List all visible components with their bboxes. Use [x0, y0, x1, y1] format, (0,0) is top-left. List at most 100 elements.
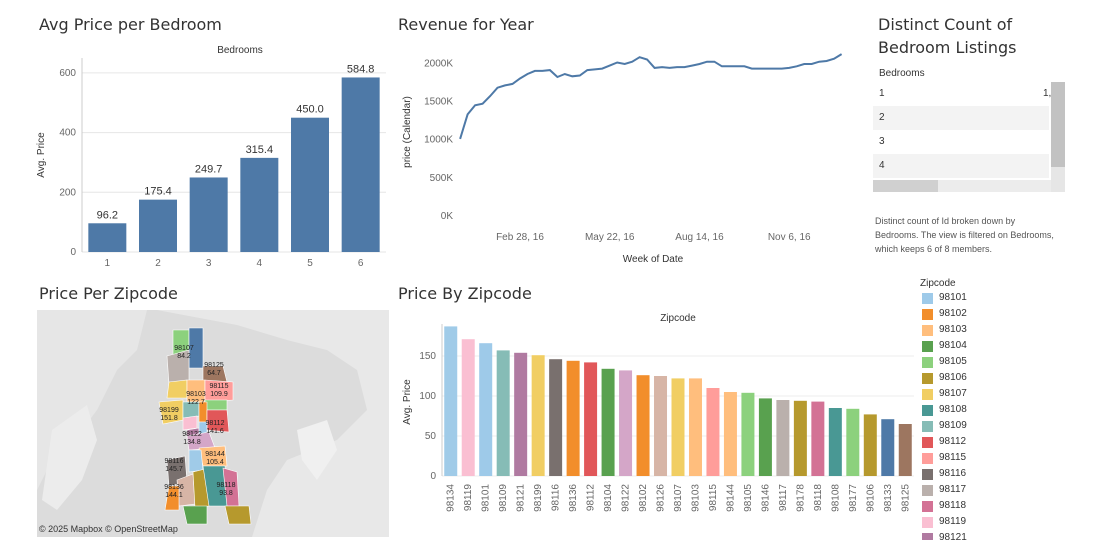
bar	[479, 343, 493, 476]
table-row[interactable]: 4	[873, 154, 1049, 178]
horizontal-scrollbar-thumb[interactable]	[873, 180, 938, 192]
bar	[461, 339, 475, 476]
bedroom-chart-title: Avg Price per Bedroom	[39, 15, 222, 34]
legend-label: 98119	[939, 516, 967, 527]
x-axis-title: Week of Date	[623, 254, 684, 265]
map-label: 98125 64.7	[204, 362, 224, 377]
map-label: 98103 122.7	[186, 391, 206, 406]
vertical-scrollbar-thumb[interactable]	[1051, 82, 1065, 167]
y-axis-title: Avg. Price	[36, 132, 47, 178]
x-tick-label: 98112	[586, 484, 597, 512]
legend-label: 98107	[939, 388, 967, 399]
table-cell-bedrooms: 2	[879, 112, 885, 123]
bar	[671, 378, 685, 476]
bar	[601, 368, 615, 476]
x-tick-label: 98122	[621, 484, 632, 512]
legend-item[interactable]: 98103	[922, 322, 1022, 338]
legend-label: 98106	[939, 372, 967, 383]
bar	[898, 424, 912, 476]
bar	[444, 326, 458, 476]
bar	[706, 388, 720, 476]
bar	[811, 401, 825, 476]
legend-swatch	[922, 405, 933, 416]
legend-item[interactable]: 98121	[922, 530, 1022, 540]
y-tick-label: 600	[59, 68, 76, 79]
bar	[846, 408, 860, 476]
listing-table-title: Distinct Count of Bedroom Listings	[878, 15, 1017, 57]
legend-item[interactable]: 98118	[922, 498, 1022, 514]
x-tick-label: 98133	[883, 484, 894, 512]
revenue-line	[459, 53, 843, 140]
x-tick-label: 98108	[830, 484, 841, 512]
x-tick-label: 98118	[813, 484, 824, 512]
bar	[566, 360, 580, 476]
legend-item[interactable]: 98115	[922, 450, 1022, 466]
legend-swatch	[922, 341, 933, 352]
x-tick-label: 98144	[725, 484, 736, 512]
y-tick-label: 0	[430, 471, 436, 482]
map-title: Price Per Zipcode	[39, 284, 178, 303]
table-row[interactable]: 1	[873, 82, 1049, 106]
legend-item[interactable]: 98108	[922, 402, 1022, 418]
legend-label: 98101	[939, 292, 967, 303]
legend-item[interactable]: 98109	[922, 418, 1022, 434]
bar	[619, 370, 633, 476]
bar	[549, 359, 563, 476]
legend-item[interactable]: 98104	[922, 338, 1022, 354]
bar-value-label: 584.8	[347, 63, 375, 75]
table-cell-bedrooms: 3	[879, 136, 885, 147]
legend-swatch	[922, 373, 933, 384]
legend-label: 98117	[939, 484, 967, 495]
legend-item[interactable]: 98119	[922, 514, 1022, 530]
legend-label: 98121	[939, 532, 967, 540]
legend-label: 98115	[939, 452, 967, 463]
x-tick-label: 98104	[603, 484, 614, 512]
bar	[776, 400, 790, 476]
bar	[531, 355, 545, 476]
zip-bar-chart: 0 50 100 150 98134 98119 98101 98109 98121 98199 9…	[402, 324, 914, 512]
bar	[514, 352, 528, 476]
x-tick-label: 3	[206, 258, 212, 269]
map-attribution[interactable]: © 2025 Mapbox © OpenStreetMap	[39, 524, 178, 534]
legend-item[interactable]: 98117	[922, 482, 1022, 498]
legend-swatch	[922, 357, 933, 368]
legend-item[interactable]: 98102	[922, 306, 1022, 322]
legend-item[interactable]: 98106	[922, 370, 1022, 386]
y-tick-label: 100	[419, 391, 436, 402]
legend-label: 98103	[939, 324, 967, 335]
y-tick-label: 2000K	[424, 58, 453, 69]
legend-label: 98102	[939, 308, 967, 319]
legend-label: 98112	[939, 436, 967, 447]
bar	[881, 419, 895, 476]
legend-item[interactable]: 98107	[922, 386, 1022, 402]
legend-item[interactable]: 98112	[922, 434, 1022, 450]
legend-swatch	[922, 325, 933, 336]
legend-swatch	[922, 389, 933, 400]
bar-value-label: 175.4	[144, 186, 172, 198]
y-axis-title: Avg. Price	[402, 379, 413, 425]
legend-swatch	[922, 309, 933, 320]
map-label: 98118 93.8	[216, 482, 236, 497]
bar	[496, 350, 510, 476]
x-tick-label: 98126	[656, 484, 667, 512]
x-tick-label: 98146	[760, 484, 771, 512]
legend-item[interactable]: 98101	[922, 290, 1022, 306]
bar-value-label: 315.4	[246, 144, 274, 156]
listing-table[interactable]: 1 2 3 4 5 1,	[873, 82, 1065, 192]
legend-label: 98108	[939, 404, 967, 415]
revenue-line-chart: 0K 500K 1000K 1500K 2000K Feb 28, 16 May 22, 1…	[402, 53, 843, 265]
legend-item[interactable]: 98116	[922, 466, 1022, 482]
zipcode-legend[interactable]: 98101 98102 98103 98104 98105 98106 98107 98108…	[922, 290, 1022, 540]
table-row[interactable]: 2	[873, 106, 1049, 130]
table-row[interactable]: 3	[873, 130, 1049, 154]
x-tick-label: May 22, 16	[585, 232, 635, 243]
x-tick-label: 98119	[463, 484, 474, 512]
x-tick-label: 98107	[673, 484, 684, 512]
x-tick-label: 98117	[778, 484, 789, 512]
zipcode-region	[182, 505, 208, 525]
legend-label: 98116	[939, 468, 967, 479]
legend-swatch	[922, 421, 933, 432]
zipcode-map[interactable]: 98107 84.2 98125 64.7 98115 109.9 98103 122.…	[37, 310, 389, 537]
legend-label: 98118	[939, 500, 967, 511]
legend-item[interactable]: 98105	[922, 354, 1022, 370]
